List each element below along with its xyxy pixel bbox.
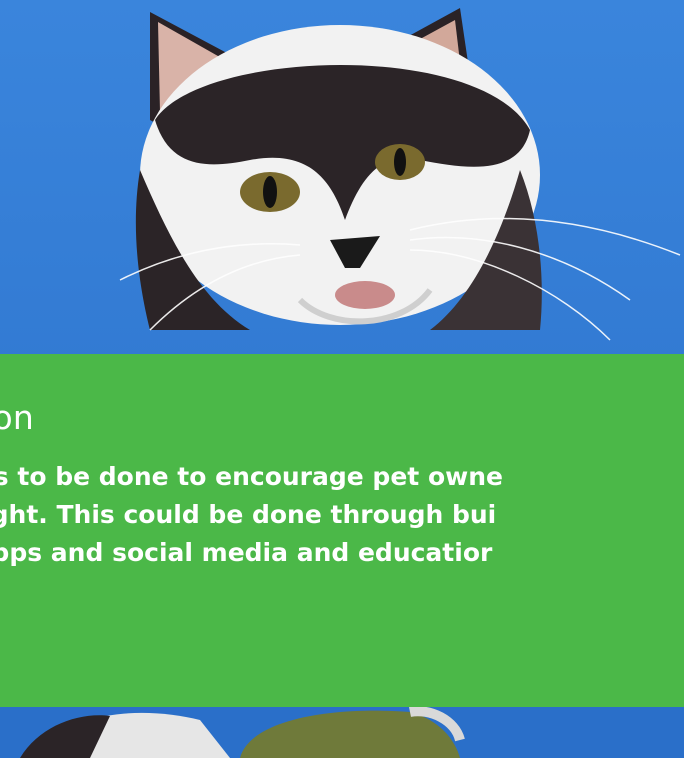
- info-card: tion eeds to be done to encourage pet ow…: [0, 354, 684, 707]
- card-body-line: y, apps and social media and educatior: [0, 538, 493, 567]
- card-title: tion: [0, 398, 35, 437]
- card-body-line: weight. This could be done through bui: [0, 500, 497, 529]
- card-body-line: eeds to be done to encourage pet owne: [0, 462, 503, 491]
- card-body: eeds to be done to encourage pet owne we…: [0, 458, 684, 572]
